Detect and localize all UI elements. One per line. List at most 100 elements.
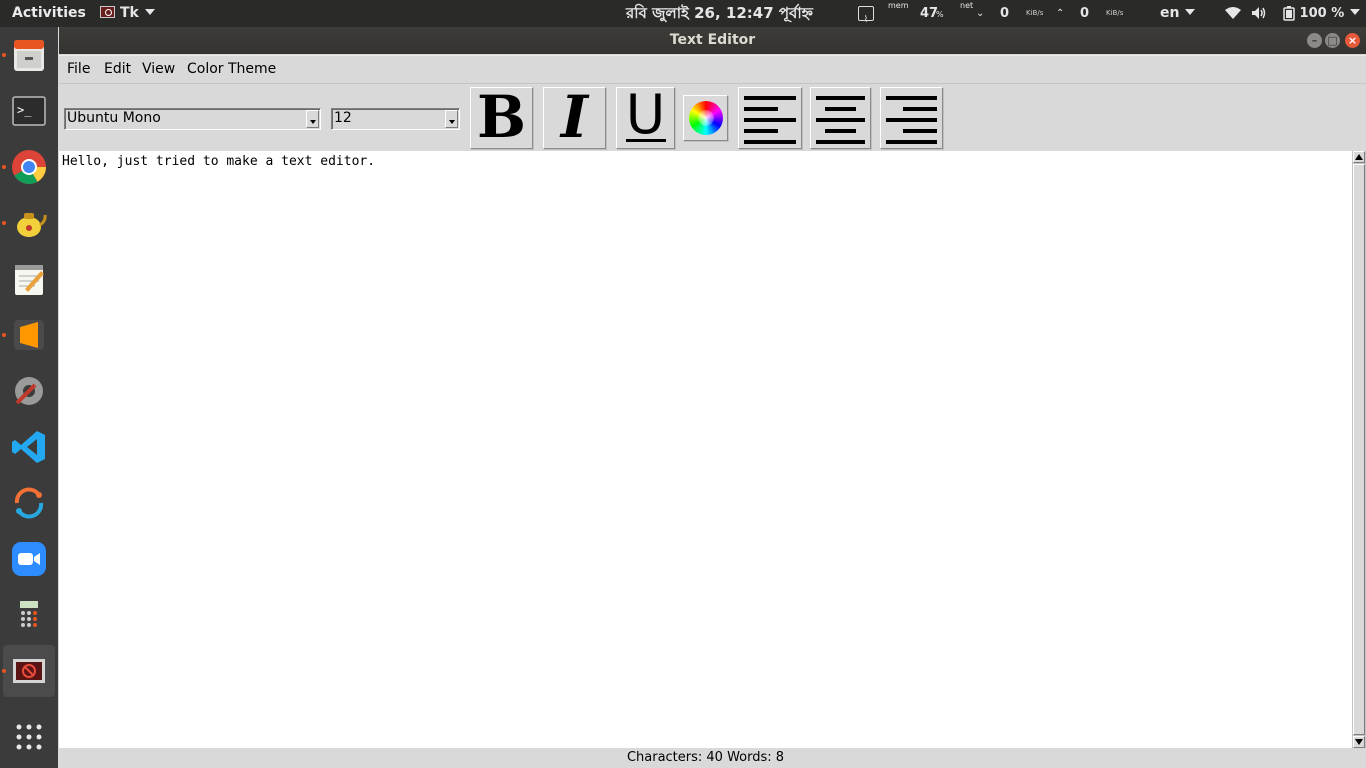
window-titlebar[interactable]: Text Editor – □ × [59,27,1366,54]
italic-button[interactable]: I [543,83,606,151]
maximize-icon: □ [1327,34,1338,47]
running-indicator [2,53,6,57]
download-arrow-icon: ⌄ [976,8,985,19]
editor-content[interactable]: Hello, just tried to make a text editor. [62,154,375,170]
dock-tk-window[interactable] [2,645,55,697]
language-indicator[interactable]: en [1160,0,1196,27]
align-right-icon [881,88,942,148]
net-up-unit: KiB/s [1106,9,1124,17]
language-label: en [1160,5,1180,21]
mem-unit: % [936,10,944,19]
align-center-button[interactable] [810,87,871,149]
dock-calculator[interactable] [3,589,55,641]
dock-chrome[interactable] [2,141,55,193]
minimize-button[interactable]: – [1307,33,1322,48]
dock-vscode[interactable] [3,421,55,473]
activities-button[interactable]: Activities [12,0,86,27]
running-indicator [2,165,6,169]
status-bar: Characters: 40 Words: 8 [59,748,1366,768]
font-size-value: 12 [334,110,352,126]
italic-icon: I [560,83,589,151]
vscode-icon [12,431,45,463]
net-up-value: 0 [1080,6,1090,21]
align-center-icon [811,88,870,148]
chevron-down-icon [1185,9,1196,15]
running-indicator [2,333,6,337]
dock-postman[interactable] [3,477,55,529]
app-menu[interactable]: Tk [100,0,155,27]
dock: >_ [0,27,58,768]
align-right-button[interactable] [880,87,943,149]
align-left-button[interactable] [738,87,802,149]
menu-bar: File Edit View Color Theme [59,55,1366,84]
sublime-text-icon [14,320,44,350]
dock-gedit[interactable] [3,253,55,305]
sync-arrows-icon [14,487,44,519]
chevron-down-icon [144,9,155,15]
font-size-combobox[interactable]: 12 [331,108,460,130]
window-title: Text Editor [669,32,756,48]
align-left-icon [739,88,801,148]
chevron-down-icon [1350,9,1361,15]
underline-icon: U [625,83,666,146]
memory-indicator[interactable]: mem 47 % [888,0,948,27]
settings-icon [15,377,43,405]
dock-system-settings[interactable] [3,365,55,417]
dropdown-arrow-icon[interactable] [445,110,458,128]
show-applications-button[interactable] [3,711,55,763]
vertical-scrollbar[interactable] [1352,151,1366,748]
top-bar: Activities Tk রবি জুলাই 26, 12:47 পূর্বা… [0,0,1366,27]
scroll-up-button[interactable] [1353,151,1365,163]
status-text: Characters: 40 Words: 8 [626,750,785,765]
net-label: net [960,1,974,10]
terminal-icon: >_ [12,96,46,126]
calculator-icon [17,598,41,632]
menu-file[interactable]: File [67,56,90,83]
net-down-value: 0 [1000,6,1010,21]
maximize-button[interactable]: □ [1325,33,1340,48]
menu-edit[interactable]: Edit [104,56,131,83]
dock-sublime-text[interactable] [2,309,55,361]
system-monitor-icon[interactable]: ⌇ [858,6,874,25]
menu-view[interactable]: View [142,56,175,83]
scroll-down-button[interactable] [1353,736,1365,748]
menu-color-theme[interactable]: Color Theme [187,56,276,83]
scroll-thumb[interactable] [1353,164,1365,735]
close-button[interactable]: × [1345,33,1360,48]
wifi-icon[interactable] [1224,0,1242,27]
text-editor-window: Text Editor – □ × File Edit View Color T… [59,27,1366,768]
upload-arrow-icon: ⌃ [1056,8,1065,19]
app-menu-label: Tk [120,5,139,21]
font-family-value: Ubuntu Mono [67,110,161,126]
teapot-icon [17,213,47,237]
chrome-icon [12,150,46,184]
zoom-icon [12,542,46,576]
clock[interactable]: রবি জুলাই 26, 12:47 পূর্বাহ্ন [626,0,813,27]
volume-icon[interactable] [1251,0,1269,27]
formatting-toolbar: Ubuntu Mono 12 B I U [59,83,1366,151]
dock-terminal[interactable]: >_ [3,85,55,137]
dock-zoom[interactable] [3,533,55,585]
network-indicator[interactable]: net ⌄ 0 KiB/s ⌃ 0 KiB/s [960,0,1135,27]
tk-app-icon [13,659,45,683]
battery-indicator[interactable]: 100 % [1283,0,1361,27]
close-icon: × [1347,34,1358,47]
bold-icon: B [476,83,527,151]
file-cabinet-icon [14,40,44,71]
font-color-button[interactable] [683,95,728,141]
battery-label: 100 % [1299,6,1345,21]
running-indicator [2,221,6,225]
mem-label: mem [888,1,909,10]
font-family-combobox[interactable]: Ubuntu Mono [64,108,321,130]
running-indicator [2,669,6,673]
dock-teapot-app[interactable] [2,197,55,249]
app-grid-icon [16,724,42,750]
notepad-icon [15,265,44,295]
bold-button[interactable]: B [470,83,533,151]
minimize-icon: – [1311,34,1318,47]
underline-button[interactable]: U [616,83,675,149]
svg-text:>_: >_ [17,103,32,117]
dropdown-arrow-icon[interactable] [306,110,319,128]
dock-file-manager[interactable] [2,29,55,81]
text-area[interactable]: Hello, just tried to make a text editor. [59,151,1352,748]
